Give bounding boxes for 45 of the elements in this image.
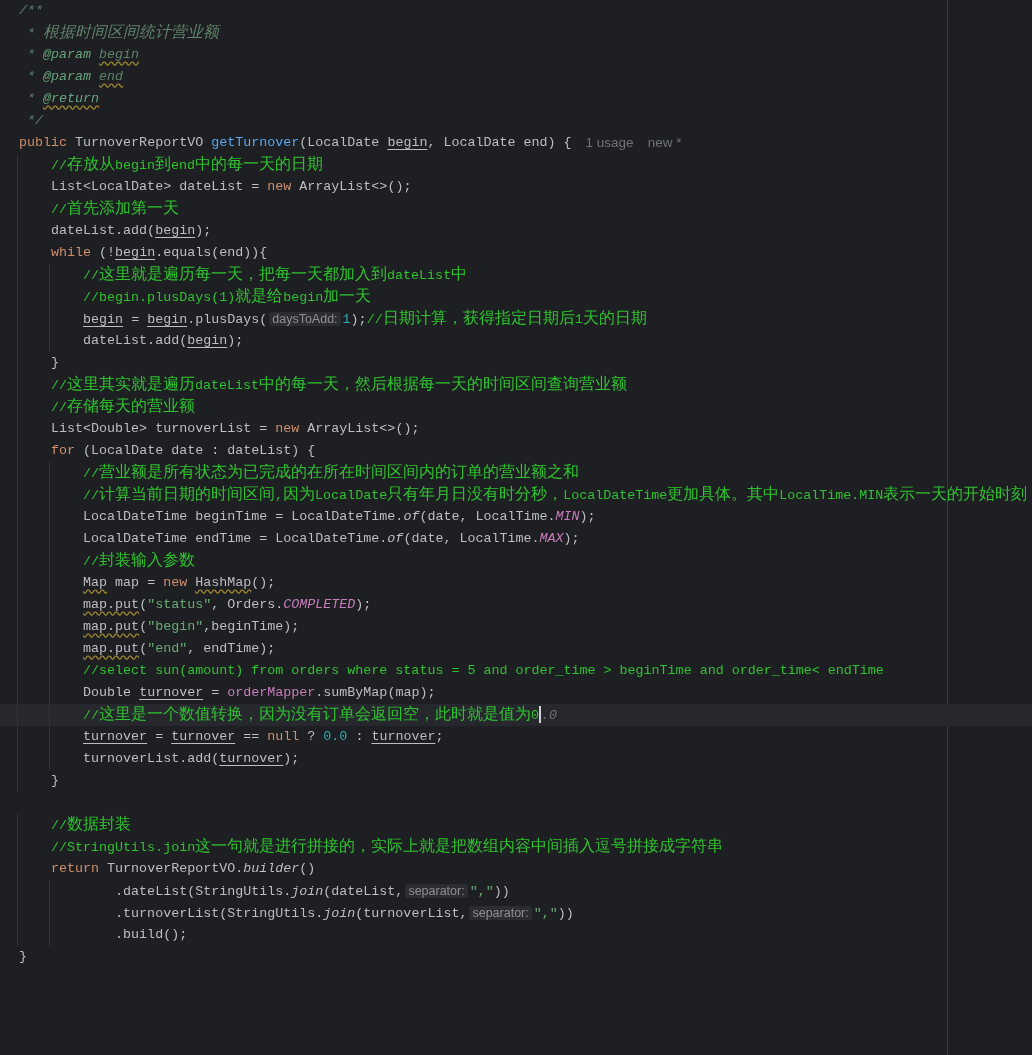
- code-line: * @param end: [26, 68, 124, 86]
- code-line: dateList.add(begin);: [82, 332, 244, 350]
- code-line: /**: [19, 2, 44, 20]
- code-line: map.put("end", endTime);: [82, 640, 276, 658]
- code-line: for (LocalDate date : dateList) {: [50, 442, 316, 460]
- code-line: //存放从begin到end中的每一天的日期: [50, 154, 324, 176]
- code-line: * @return: [26, 90, 100, 108]
- code-line: //首先添加第一天: [50, 198, 180, 220]
- code-line: }: [19, 948, 27, 966]
- code-line: Double turnover = orderMapper.sumByMap(map);: [82, 684, 436, 702]
- code-line: //封装输入参数: [82, 550, 196, 572]
- author-hint[interactable]: new *: [647, 132, 682, 154]
- code-line: //这里其实就是遍历dateList中的每一天，然后根据每一天的时间区间查询营业额: [50, 374, 628, 396]
- code-line: return TurnoverReportVO.builder(): [50, 860, 316, 878]
- code-line: turnover = turnover == null ? 0.0 : turnover;: [82, 728, 444, 746]
- code-line: .dateList(StringUtils.join(dateList, separator: ",")): [114, 882, 510, 901]
- code-line: map.put("begin",beginTime);: [82, 618, 300, 636]
- code-line: //StringUtils.join这一句就是进行拼接的，实际上就是把数组内容中间插入逗号拼接成字符串: [50, 836, 724, 858]
- code-line: //select sun(amount) from orders where status = 5 and order_time > beginTime and order_time< endTime: [82, 662, 884, 680]
- code-line: while (!begin.equals(end)){: [50, 244, 268, 262]
- code-line: dateList.add(begin);: [50, 222, 212, 240]
- code-line: //这里是一个数值转换，因为没有订单会返回空，此时就是值为0.0: [82, 704, 558, 726]
- code-line: * 根据时间区间统计营业额: [26, 22, 220, 44]
- code-line: //begin.plusDays(1)就是给begin加一天: [82, 286, 372, 308]
- code-line: }: [50, 354, 60, 372]
- code-line: //计算当前日期的时间区间,因为LocalDate只有年月日没有时分秒，LocalDateTime更加具体。其中LocalTime.MIN表示一天的开始时刻: [82, 484, 1028, 506]
- code-line: LocalDateTime endTime = LocalDateTime.of(date, LocalTime.MAX);: [82, 530, 580, 548]
- code-line: */: [26, 112, 44, 130]
- code-line: //存储每天的营业额: [50, 396, 196, 418]
- code-line: //这里就是遍历每一天，把每一天都加入到dateList中: [82, 264, 468, 286]
- code-line: }: [50, 772, 60, 790]
- code-line: public TurnoverReportVO getTurnover(LocalDate begin, LocalDate end) {: [19, 134, 572, 152]
- code-line: List<Double> turnoverList = new ArrayList<>();: [50, 420, 420, 438]
- code-line: * @param begin: [26, 46, 140, 64]
- code-line: //营业额是所有状态为已完成的在所在时间区间内的订单的营业额之和: [82, 462, 580, 484]
- code-line: LocalDateTime beginTime = LocalDateTime.of(date, LocalTime.MIN);: [82, 508, 596, 526]
- usage-hint[interactable]: 1 usage: [585, 132, 634, 154]
- code-line: .build();: [114, 926, 188, 944]
- code-line: Map map = new HashMap();: [82, 574, 276, 592]
- code-line: map.put("status", Orders.COMPLETED);: [82, 596, 372, 614]
- code-line: turnoverList.add(turnover);: [82, 750, 300, 768]
- code-line: List<LocalDate> dateList = new ArrayList<>();: [50, 178, 412, 196]
- code-line: .turnoverList(StringUtils.join(turnoverList, separator: ",")): [114, 904, 574, 923]
- code-line: begin = begin.plusDays( daysToAdd: 1);//日期计算，获得指定日期后1天的日期: [82, 308, 647, 330]
- code-line: //数据封装: [50, 814, 132, 836]
